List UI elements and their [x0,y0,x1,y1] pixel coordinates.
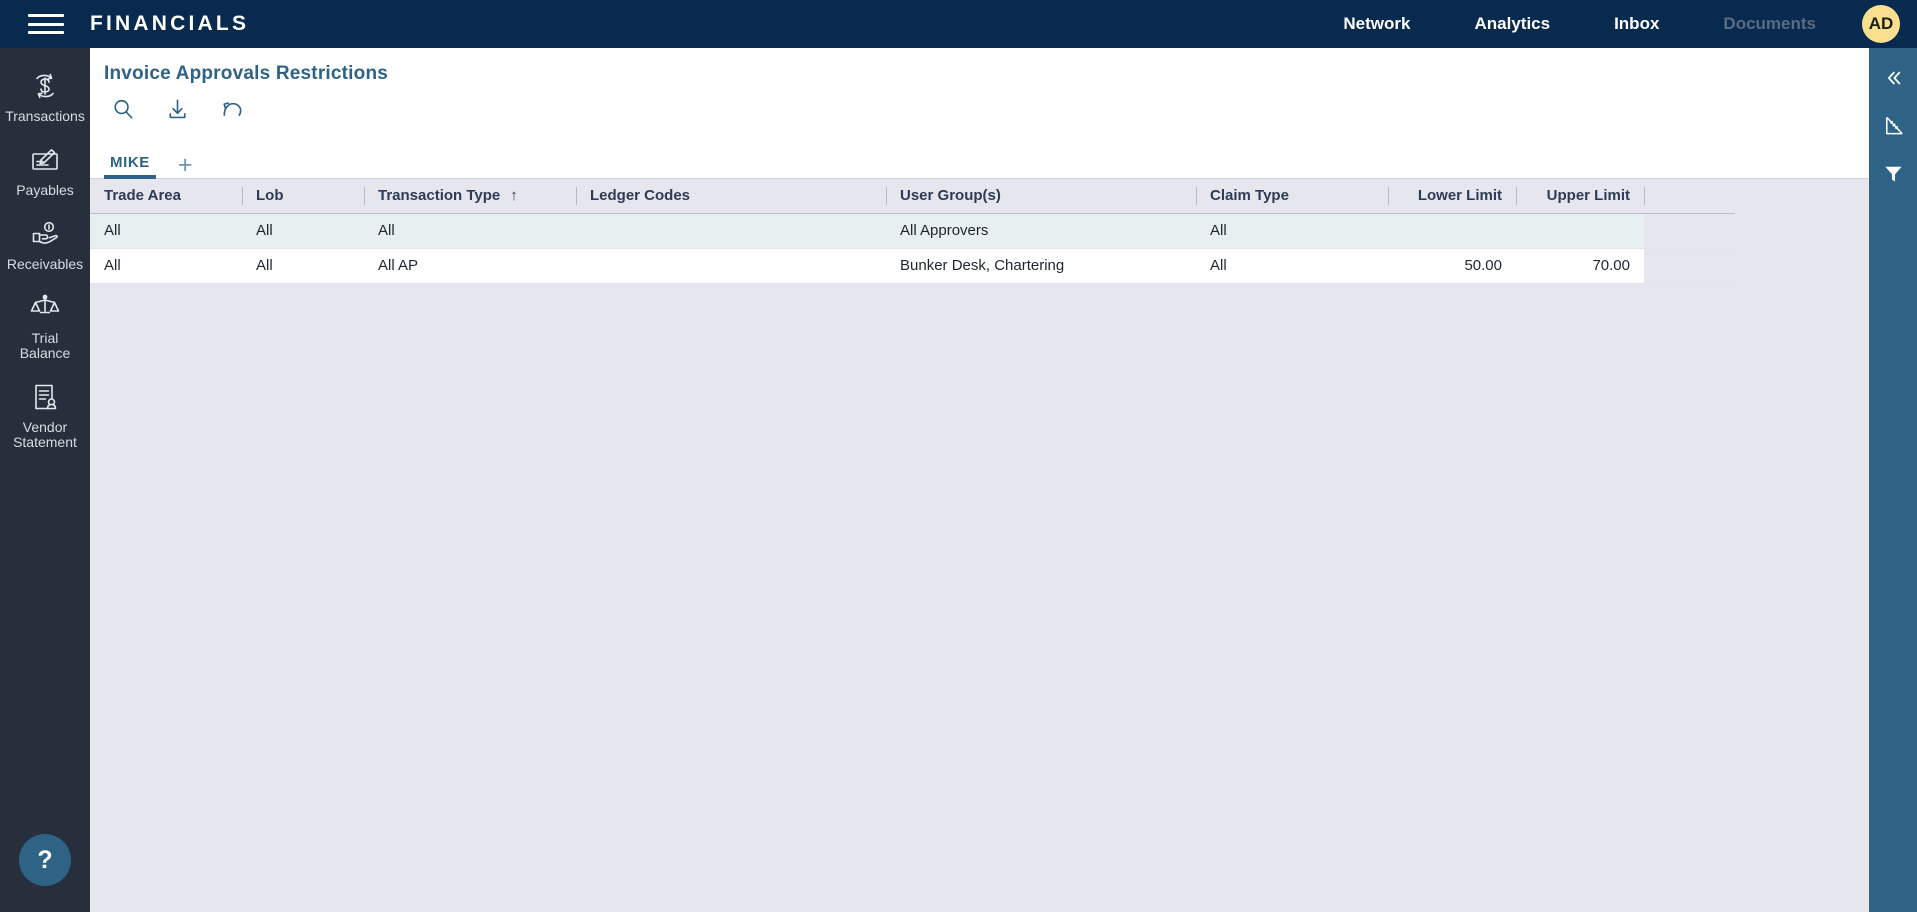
download-button[interactable] [160,95,194,129]
layout-tools-button[interactable] [1869,104,1917,152]
sidebar-item-label-vendor-statement: Vendor Statement [13,419,77,450]
topnav-item-analytics[interactable]: Analytics [1442,0,1582,48]
sidebar-item-label-receivables: Receivables [6,256,84,272]
sort-ascending-icon: ↑ [510,187,518,205]
cell-upper-limit: 70.00 [1516,248,1644,284]
help-button[interactable]: ? [19,834,71,886]
cell-trade-area: All [90,248,242,284]
column-header-ledger-codes[interactable]: Ledger Codes [576,179,886,214]
ruler-triangle-icon [1882,114,1905,142]
cell-trailing [1644,248,1735,284]
data-grid: Trade Area Lob Transaction Type ↑ Ledger … [90,179,1735,284]
sidebar-item-label-trial-balance: Trial Balance [19,330,71,361]
column-header-lower-limit[interactable]: Lower Limit [1388,179,1516,214]
table-header-row: Trade Area Lob Transaction Type ↑ Ledger … [90,179,1735,214]
cell-claim-type: All [1196,248,1388,284]
top-bar: FINANCIALS Network Analytics Inbox Docum… [0,0,1917,48]
sidebar-item-transactions[interactable]: Transactions [0,60,90,134]
page-toolbar [104,93,1869,143]
cell-trade-area: All [90,213,242,249]
sidebar-item-payables[interactable]: Payables [0,134,90,208]
page-header: Invoice Approvals Restrictions [90,48,1869,143]
cell-transaction-type: All AP [364,248,576,284]
topnav-item-documents: Documents [1723,14,1816,33]
page-title: Invoice Approvals Restrictions [104,63,389,84]
column-header-transaction-type[interactable]: Transaction Type ↑ [364,179,576,214]
topnav-item-inbox[interactable]: Inbox [1582,0,1691,48]
hand-coin-icon [28,217,62,251]
right-sidebar [1869,48,1917,912]
top-navigation: Network Analytics Inbox Documents AD [1311,0,1917,48]
collapse-double-chevron-left-icon [1882,67,1904,94]
cell-lob: All [242,248,364,284]
check-pen-icon [28,143,62,177]
column-header-trade-area[interactable]: Trade Area [90,179,242,214]
search-button[interactable] [106,95,140,129]
sidebar-item-trial-balance[interactable]: Trial Balance [0,282,90,371]
document-person-icon [28,380,62,414]
collapse-panel-button[interactable] [1869,56,1917,104]
table-row[interactable]: All All All All Approvers All [90,213,1735,249]
cell-ledger-codes [576,248,886,284]
column-header-upper-limit[interactable]: Upper Limit [1516,179,1644,214]
filter-button[interactable] [1869,152,1917,200]
scales-balance-icon [28,291,62,325]
cell-transaction-type: All [364,213,576,249]
reset-button[interactable] [214,95,248,129]
main-content: Invoice Approvals Restrictions MIKE + Tr… [90,48,1869,912]
cell-upper-limit [1516,213,1644,249]
left-sidebar: Transactions Payables Receivables Trial … [0,48,90,912]
cell-ledger-codes [576,213,886,249]
cell-lower-limit: 50.00 [1388,248,1516,284]
filter-funnel-icon [1882,162,1905,190]
add-tab-button[interactable]: + [164,153,203,178]
topnav-item-network[interactable]: Network [1311,0,1442,48]
sidebar-item-label-transactions: Transactions [5,108,85,124]
column-header-lob[interactable]: Lob [242,179,364,214]
sidebar-item-label-payables: Payables [16,182,74,198]
user-avatar[interactable]: AD [1862,5,1900,43]
column-header-transaction-type-label: Transaction Type [378,187,501,205]
undo-icon [219,97,244,127]
column-header-user-groups[interactable]: User Group(s) [886,179,1196,214]
table-row[interactable]: All All All AP Bunker Desk, Chartering A… [90,248,1735,284]
column-header-trailing [1644,179,1735,214]
app-brand-title: FINANCIALS [90,12,250,35]
cell-trailing [1644,213,1735,249]
column-header-claim-type[interactable]: Claim Type [1196,179,1388,214]
transactions-dollar-icon [28,69,62,103]
cell-user-groups: All Approvers [886,213,1196,249]
sidebar-item-vendor-statement[interactable]: Vendor Statement [0,371,90,460]
sidebar-item-receivables[interactable]: Receivables [0,208,90,282]
cell-lower-limit [1388,213,1516,249]
cell-user-groups: Bunker Desk, Chartering [886,248,1196,284]
tab-mike[interactable]: MIKE [104,154,164,179]
application-window: FINANCIALS Network Analytics Inbox Docum… [0,0,1917,912]
hamburger-menu-icon[interactable] [28,11,64,37]
download-icon [165,97,190,127]
search-icon [111,97,136,127]
tab-strip: MIKE + [90,143,1869,179]
cell-lob: All [242,213,364,249]
cell-claim-type: All [1196,213,1388,249]
